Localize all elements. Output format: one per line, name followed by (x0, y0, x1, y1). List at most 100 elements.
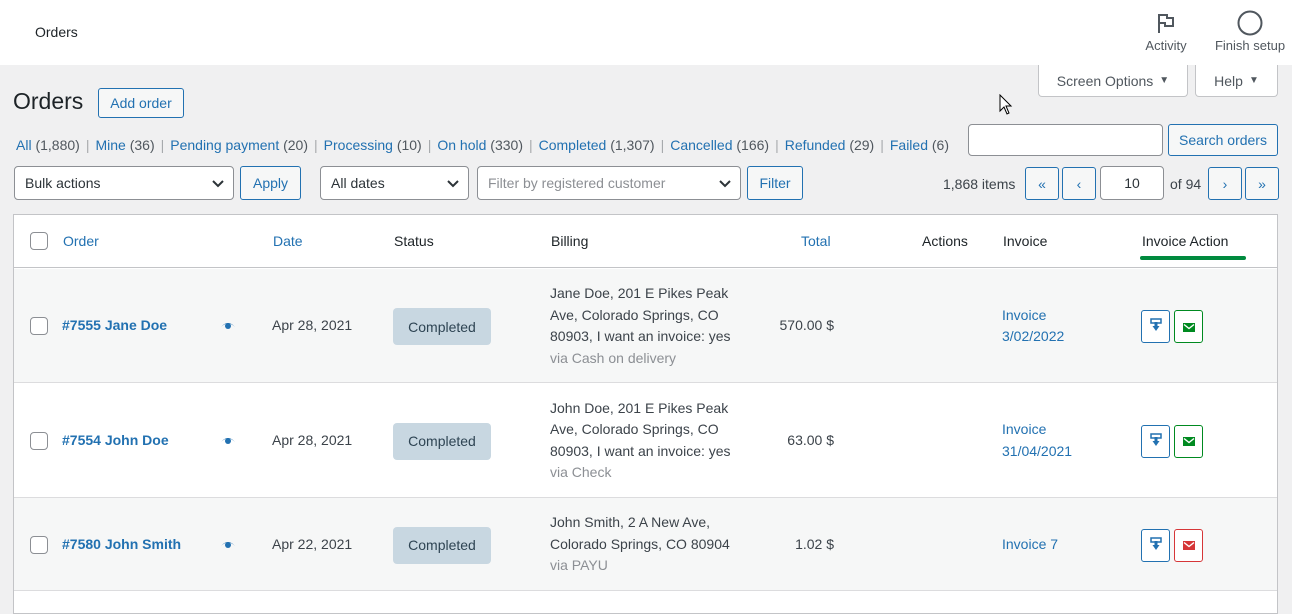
download-invoice-button[interactable] (1141, 310, 1170, 343)
column-order[interactable]: Order (63, 233, 99, 249)
apply-button[interactable]: Apply (240, 166, 301, 200)
help-button[interactable]: Help ▼ (1195, 65, 1278, 97)
status-filter-label: Cancelled (670, 137, 733, 153)
column-total[interactable]: Total (801, 233, 831, 249)
send-invoice-email-button[interactable] (1174, 310, 1203, 343)
status-filter-completed[interactable]: Completed (1,307) (539, 137, 655, 153)
dates-filter-value: All dates (331, 175, 385, 191)
download-invoice-button[interactable] (1141, 424, 1170, 458)
send-invoice-email-button[interactable] (1174, 528, 1203, 562)
column-billing: Billing (551, 233, 589, 249)
status-filter-count: (330) (490, 137, 523, 153)
order-link[interactable]: #7554 John Doe (62, 432, 169, 448)
billing-line: John Doe, 201 E Pikes Peak (550, 399, 729, 416)
envelope-icon (1182, 319, 1195, 335)
table-row[interactable]: #7555 Jane Doe Apr 28, 2021 Completed Ja… (14, 269, 1277, 383)
search-orders-input[interactable] (968, 124, 1163, 156)
bulk-actions-value: Bulk actions (25, 175, 101, 191)
status-filter-count: (10) (396, 137, 422, 153)
invoice-link[interactable]: Invoice 31/04/2021 (1002, 419, 1072, 462)
search-orders-button[interactable]: Search orders (1168, 124, 1278, 156)
status-filter-failed[interactable]: Failed (6) (890, 137, 949, 153)
billing-line: 80903, I want an invoice: yes (550, 442, 731, 459)
row-checkbox[interactable] (30, 317, 48, 335)
status-filter-label: All (16, 137, 32, 153)
add-order-button[interactable]: Add order (98, 88, 184, 118)
customer-filter-placeholder: Filter by registered customer (488, 175, 666, 191)
billing-line: John Smith, 2 A New Ave, (550, 514, 711, 531)
status-filter-links: All (1,880) | Mine (36) | Pending payment (2… (16, 137, 949, 153)
payment-method: via Check (550, 464, 612, 480)
caret-down-icon: ▼ (1248, 75, 1259, 86)
status-filter-refunded[interactable]: Refunded (29) (785, 137, 875, 153)
active-column-indicator (1140, 256, 1246, 260)
separator: | (528, 137, 533, 153)
invoice-line: Invoice (1002, 421, 1047, 437)
separator: | (427, 137, 432, 153)
status-filter-count: (20) (283, 137, 309, 153)
billing-line: Colorado Springs, CO 80904 (550, 535, 730, 552)
customer-filter-select[interactable]: Filter by registered customer (477, 166, 741, 200)
column-status: Status (394, 233, 434, 249)
status-filter-label: Processing (323, 137, 393, 153)
order-total: 570.00 $ (779, 317, 835, 333)
status-filter-processing[interactable]: Processing (10) (324, 137, 422, 153)
select-all-checkbox[interactable] (30, 232, 48, 250)
status-filter-on-hold[interactable]: On hold (330) (437, 137, 523, 153)
status-filter-cancelled[interactable]: Cancelled (166) (670, 137, 769, 153)
progress-circle-icon (1208, 10, 1292, 36)
bulk-actions-select[interactable]: Bulk actions (14, 166, 234, 200)
status-filter-mine[interactable]: Mine (36) (95, 137, 154, 153)
table-row[interactable]: #7580 John Smith Apr 22, 2021 Completed … (14, 498, 1277, 591)
eye-icon[interactable] (220, 434, 236, 450)
order-total: 1.02 $ (795, 535, 834, 552)
status-filter-pending-payment[interactable]: Pending payment (20) (170, 137, 308, 153)
status-filter-label: On hold (437, 137, 487, 153)
payment-method: via Cash on delivery (550, 349, 677, 366)
invoice-line: Invoice (1002, 306, 1047, 323)
status-filter-label: Pending payment (170, 137, 280, 153)
activity-label: Activity (1145, 38, 1187, 53)
envelope-icon (1182, 433, 1195, 449)
chevron-down-icon (446, 176, 460, 193)
next-page-button[interactable]: › (1208, 167, 1242, 200)
send-invoice-email-button[interactable] (1174, 424, 1203, 458)
order-link[interactable]: #7580 John Smith (62, 536, 181, 552)
status-filter-count: (6) (931, 137, 950, 153)
first-page-button[interactable]: « (1025, 167, 1059, 200)
separator: | (880, 137, 884, 153)
row-checkbox[interactable] (30, 431, 48, 450)
separator: | (660, 137, 665, 153)
activity-button[interactable]: Activity (1136, 10, 1196, 53)
invoice-link[interactable]: Invoice 3/02/2022 (1002, 305, 1064, 348)
eye-icon[interactable] (220, 538, 236, 554)
billing-line: 80903, I want an invoice: yes (550, 328, 731, 344)
prev-page-button[interactable]: ‹ (1062, 167, 1096, 200)
invoice-link[interactable]: Invoice 7 (1002, 534, 1058, 556)
column-date[interactable]: Date (273, 233, 303, 249)
screen-options-button[interactable]: Screen Options ▼ (1038, 65, 1188, 97)
dates-filter-select[interactable]: All dates (320, 166, 469, 200)
current-page-input[interactable]: 10 (1100, 166, 1164, 200)
eye-icon[interactable] (220, 319, 236, 335)
row-checkbox[interactable] (30, 535, 48, 554)
order-link[interactable]: #7555 Jane Doe (62, 317, 167, 333)
invoice-line: Invoice 7 (1002, 535, 1059, 552)
billing-address: John Doe, 201 E Pikes Peak Ave, Colorado … (550, 398, 750, 484)
status-filter-all[interactable]: All (1,880) (16, 137, 80, 153)
last-page-button[interactable]: » (1245, 167, 1279, 200)
billing-line: Jane Doe, 201 E Pikes Peak (550, 285, 729, 301)
table-row[interactable]: #7554 John Doe Apr 28, 2021 Completed Jo… (14, 383, 1277, 498)
header-title: Orders (35, 24, 78, 40)
download-invoice-button[interactable] (1141, 528, 1170, 562)
page-title: Orders (13, 88, 84, 114)
filter-button[interactable]: Filter (747, 166, 803, 200)
billing-line: Ave, Colorado Springs, CO (550, 306, 719, 323)
billing-line: Ave, Colorado Springs, CO (550, 421, 719, 437)
separator: | (314, 137, 318, 153)
finish-setup-button[interactable]: Finish setup (1208, 10, 1292, 53)
top-header: Orders Activity Finish setup (0, 0, 1292, 65)
flag-icon (1136, 10, 1196, 36)
status-badge: Completed (393, 308, 491, 345)
column-invoice: Invoice (1003, 233, 1048, 249)
